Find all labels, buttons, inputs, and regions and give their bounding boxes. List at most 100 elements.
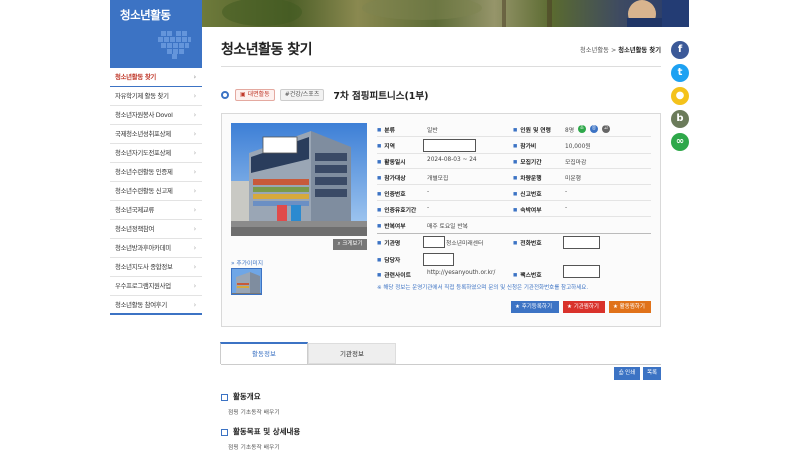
print-button[interactable]: ⎙ 인쇄 xyxy=(614,367,640,380)
phone-masked-value xyxy=(563,236,600,249)
manager-label: 담당자 xyxy=(377,255,400,264)
ring-icon xyxy=(221,91,229,99)
recruit-label: 모집기간 xyxy=(513,157,541,166)
region-label: 지역 xyxy=(377,141,395,150)
sidebar-item[interactable]: 청소년수련활동 인증제 › xyxy=(110,163,202,182)
fee-label: 참가비 xyxy=(513,141,536,150)
star-icon: ★ xyxy=(567,304,572,310)
headcount-label: 인원 및 연령 xyxy=(513,125,551,134)
favorite-org-button[interactable]: ★ 기관찜하기 xyxy=(563,301,605,313)
review-button[interactable]: ★ 후기등록하기 xyxy=(511,301,559,313)
contact-notice: ※ 해당 정보는 운영기관에서 직접 등록하였으며 문의 및 신청은 기관전화번… xyxy=(377,285,589,291)
chevron-right-icon: › xyxy=(193,111,197,119)
breadcrumb: 청소년활동 > 청소년활동 찾기 xyxy=(580,45,661,54)
breadcrumb-current: 청소년활동 찾기 xyxy=(618,47,661,54)
chevron-right-icon: › xyxy=(193,187,197,195)
vehicle-label: 차량운행 xyxy=(513,173,541,182)
recruit-value: 모집마감 xyxy=(565,160,587,166)
sidebar-item[interactable]: 자유학기제 활동 찾기 › xyxy=(110,87,202,106)
band-icon[interactable]: b xyxy=(671,110,689,128)
more-images-label: » 추가이미지 xyxy=(231,258,263,267)
org-value: 청소년미래센터 xyxy=(446,241,484,247)
divider xyxy=(377,153,651,154)
twitter-icon[interactable]: t xyxy=(671,64,689,82)
cert-no-label: 인증번호 xyxy=(377,189,405,198)
sidebar-item[interactable]: 청소년방과후아카데미 › xyxy=(110,239,202,258)
tag-category: #건강/스포츠 xyxy=(279,89,325,101)
sidebar-item[interactable]: 청소년정책참여 › xyxy=(110,220,202,239)
cert-valid-value: - xyxy=(427,205,430,211)
sidebar-item[interactable]: 청소년활동 참여후기 › xyxy=(110,296,202,315)
sidebar-item[interactable]: 청소년지도사 종합정보 › xyxy=(110,258,202,277)
sidebar-item-label: 자유학기제 활동 찾기 xyxy=(115,92,169,100)
section-text-overview: 점핑 기초동작 배우기 xyxy=(228,410,280,416)
tab-org-info[interactable]: 기관정보 xyxy=(308,343,396,364)
chevron-right-icon: › xyxy=(193,301,197,309)
chevron-double-icon: » xyxy=(231,261,235,267)
divider xyxy=(377,216,651,217)
tab-activity-info[interactable]: 활동정보 xyxy=(220,342,308,364)
activity-title: 7차 점핑피트니스(1부) xyxy=(333,91,429,102)
cert-valid-label: 인증유효기간 xyxy=(377,205,416,214)
org-label: 기관명 xyxy=(377,238,400,247)
age-middle-icon: 중 xyxy=(590,125,598,133)
fax-masked-value xyxy=(563,265,600,278)
sidebar-item[interactable]: 국제청소년성취포상제 › xyxy=(110,125,202,144)
site-link[interactable]: http://yesanyouth.or.kr/ xyxy=(427,270,495,276)
list-button[interactable]: 목록 xyxy=(643,367,661,380)
kakaostory-icon[interactable]: ● xyxy=(671,87,689,105)
headcount-value: 8명 xyxy=(565,128,575,134)
sidebar-item[interactable]: 우수프로그램지원사업 › xyxy=(110,277,202,296)
target-label: 참가대상 xyxy=(377,173,405,182)
sidebar-banner: 청소년활동 xyxy=(110,0,202,68)
chevron-right-icon: › xyxy=(193,206,197,214)
section-heading-overview: 활동개요 xyxy=(221,391,261,402)
review-button-label: 후기등록하기 xyxy=(521,304,553,310)
sidebar-item[interactable]: 청소년활동 찾기 › xyxy=(110,68,202,87)
zoom-button[interactable]: ⌕ 크게보기 xyxy=(333,239,367,250)
activity-photo[interactable] xyxy=(231,123,367,236)
chevron-right-icon: › xyxy=(193,130,197,138)
sidebar-item-label: 청소년지도사 종합정보 xyxy=(115,263,173,271)
sidebar-item[interactable]: 청소년자원봉사 Dovol › xyxy=(110,106,202,125)
title-divider xyxy=(221,66,661,67)
sidebar-item[interactable]: 청소년국제교류 › xyxy=(110,201,202,220)
print-button-label: 인쇄 xyxy=(625,370,636,376)
manager-masked-value xyxy=(423,253,454,266)
lodging-label: 숙박여부 xyxy=(513,205,541,214)
sidebar-item[interactable]: 청소년수련활동 신고제 › xyxy=(110,182,202,201)
link-icon[interactable]: ∞ xyxy=(671,133,689,151)
sidebar-item-label: 청소년정책참여 xyxy=(115,225,155,233)
sidebar-item-label: 청소년자기도전포상제 xyxy=(115,149,171,157)
fax-label: 팩스번호 xyxy=(513,270,541,279)
magnifier-icon: ⌕ xyxy=(337,241,341,247)
chevron-right-icon: › xyxy=(193,168,197,176)
star-icon: ★ xyxy=(613,304,618,310)
divider xyxy=(377,136,651,137)
top-banner-image xyxy=(202,0,689,27)
breadcrumb-parent[interactable]: 청소년활동 xyxy=(580,47,609,54)
chevron-right-icon: › xyxy=(193,282,197,290)
chevron-right-icon: › xyxy=(193,73,196,81)
lodging-value: - xyxy=(565,205,568,211)
org-masked-prefix xyxy=(423,236,445,248)
facebook-icon[interactable]: f xyxy=(671,41,689,59)
zoom-button-label: 크게보기 xyxy=(342,241,363,247)
favorite-activity-button[interactable]: ★ 활동찜하기 xyxy=(609,301,651,313)
section-text-goal: 점핑 기초동작 배우기 xyxy=(228,445,280,451)
page: 청소년활동 청소년활동 찾기 › 자유학기제 활동 찾기 › 청소년자원봉사 Dovol… xyxy=(0,0,800,451)
sidebar-item[interactable]: 청소년자기도전포상제 › xyxy=(110,144,202,163)
activity-header: ▣ 대면활동 #건강/스포츠 7차 점핑피트니스(1부) xyxy=(221,88,428,102)
fee-value: 10,000원 xyxy=(565,144,591,150)
printer-icon: ⎙ xyxy=(618,370,624,376)
image-thumbnail[interactable] xyxy=(231,268,262,295)
report-no-value: - xyxy=(565,189,568,195)
chevron-right-icon: › xyxy=(193,225,197,233)
favorite-activity-button-label: 활동찜하기 xyxy=(619,304,645,310)
divider xyxy=(377,184,651,185)
chevron-right-icon: › xyxy=(193,244,197,252)
vehicle-value: 미운행 xyxy=(565,176,581,182)
age-high-icon: 고 xyxy=(602,125,610,133)
chevron-right-icon: › xyxy=(193,92,197,100)
sidebar-item-label: 우수프로그램지원사업 xyxy=(115,282,171,290)
